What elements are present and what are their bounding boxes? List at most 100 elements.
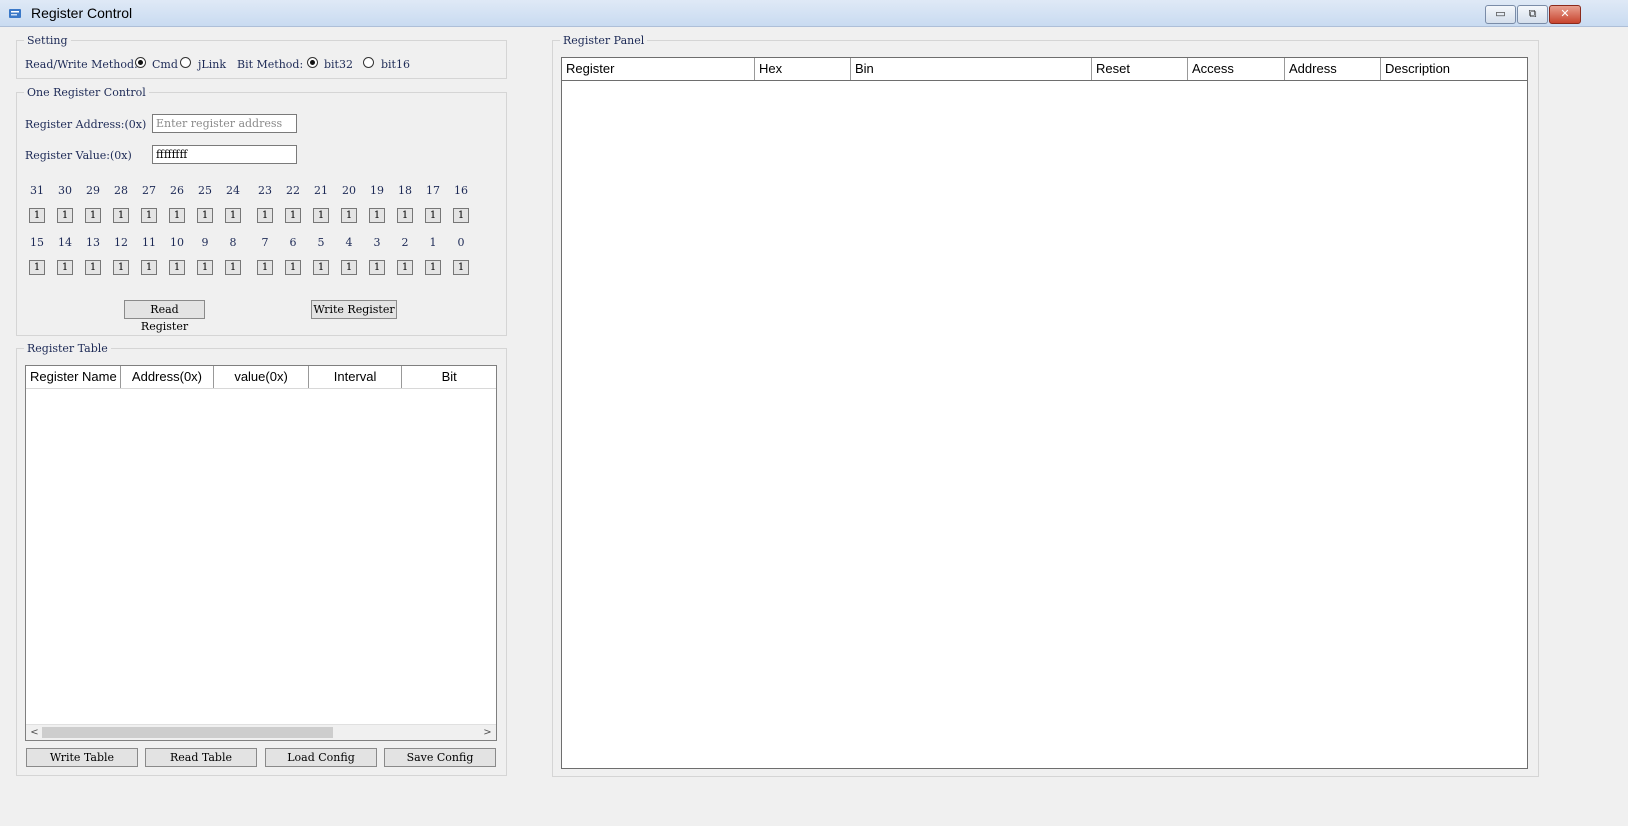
write-register-button[interactable]: Write Register: [311, 300, 397, 319]
horizontal-scrollbar[interactable]: < >: [26, 724, 496, 740]
setting-legend: Setting: [27, 34, 68, 47]
col-address[interactable]: Address: [1285, 58, 1381, 80]
bit-toggle-button[interactable]: 1: [225, 208, 241, 223]
col-bin[interactable]: Bin: [851, 58, 1092, 80]
register-table-legend: Register Table: [27, 342, 108, 355]
bit-toggle-button[interactable]: 1: [425, 260, 441, 275]
bit-toggle-button[interactable]: 1: [57, 208, 73, 223]
col-register[interactable]: Register: [562, 58, 755, 80]
bit-number-label: 26: [170, 184, 184, 197]
bit-toggle-button[interactable]: 1: [425, 208, 441, 223]
bit-number-label: 19: [370, 184, 384, 197]
bit-toggle-button[interactable]: 1: [285, 208, 301, 223]
bit-number-label: 25: [198, 184, 212, 197]
bit-number-label: 11: [142, 236, 156, 249]
radio-bit16[interactable]: [363, 57, 374, 68]
one-register-legend: One Register Control: [27, 86, 146, 99]
col-register-name[interactable]: Register Name: [26, 366, 121, 388]
restore-button[interactable]: ⧉: [1517, 5, 1548, 24]
bit-number-label: 9: [201, 236, 209, 249]
save-config-button[interactable]: Save Config: [384, 748, 496, 767]
bit-number-label: 17: [426, 184, 440, 197]
register-address-label: Register Address:(0x): [25, 118, 147, 131]
scroll-right-icon[interactable]: >: [480, 725, 495, 740]
bit-toggle-button[interactable]: 1: [397, 260, 413, 275]
col-access[interactable]: Access: [1188, 58, 1285, 80]
bit-toggle-button[interactable]: 1: [169, 208, 185, 223]
radio-jlink-label[interactable]: jLink: [198, 58, 226, 71]
bit-number-label: 2: [401, 236, 409, 249]
bit-number-label: 8: [229, 236, 237, 249]
bit-toggle-button[interactable]: 1: [113, 260, 129, 275]
radio-bit32-label[interactable]: bit32: [324, 58, 353, 71]
col-address[interactable]: Address(0x): [121, 366, 215, 388]
write-table-button[interactable]: Write Table: [26, 748, 138, 767]
bit-number-label: 4: [345, 236, 353, 249]
bit-toggle-button[interactable]: 1: [453, 208, 469, 223]
bit-number-label: 24: [226, 184, 240, 197]
title-bar: Register Control ▭ ⧉ ✕: [0, 0, 1628, 27]
bit-toggle-button[interactable]: 1: [29, 208, 45, 223]
col-interval[interactable]: Interval: [309, 366, 403, 388]
col-value[interactable]: value(0x): [214, 366, 309, 388]
bit-toggle-button[interactable]: 1: [29, 260, 45, 275]
close-button[interactable]: ✕: [1549, 5, 1581, 24]
bit-toggle-button[interactable]: 1: [313, 260, 329, 275]
radio-cmd-label[interactable]: Cmd: [152, 58, 178, 71]
col-reset[interactable]: Reset: [1092, 58, 1188, 80]
register-panel-table[interactable]: Register Hex Bin Reset Access Address De…: [561, 57, 1528, 769]
bit-toggle-button[interactable]: 1: [225, 260, 241, 275]
col-description[interactable]: Description: [1381, 58, 1527, 80]
bit-toggle-button[interactable]: 1: [341, 208, 357, 223]
register-table[interactable]: Register Name Address(0x) value(0x) Inte…: [25, 365, 497, 741]
bit-toggle-button[interactable]: 1: [169, 260, 185, 275]
bit-number-label: 7: [261, 236, 269, 249]
register-panel-header: Register Hex Bin Reset Access Address De…: [562, 58, 1527, 81]
bit-toggle-button[interactable]: 1: [257, 260, 273, 275]
bit-toggle-button[interactable]: 1: [85, 208, 101, 223]
bit-toggle-button[interactable]: 1: [197, 208, 213, 223]
bit-toggle-button[interactable]: 1: [57, 260, 73, 275]
bit-number-label: 6: [289, 236, 297, 249]
bit-number-label: 21: [314, 184, 328, 197]
minimize-button[interactable]: ▭: [1485, 5, 1516, 24]
bit-toggle-button[interactable]: 1: [85, 260, 101, 275]
bit-number-label: 0: [457, 236, 465, 249]
radio-jlink[interactable]: [180, 57, 191, 68]
bit-toggle-button[interactable]: 1: [453, 260, 469, 275]
read-table-button[interactable]: Read Table: [145, 748, 257, 767]
bit-number-label: 1: [429, 236, 437, 249]
register-value-label: Register Value:(0x): [25, 149, 132, 162]
bit-toggle-button[interactable]: 1: [341, 260, 357, 275]
setting-group: Setting: [16, 34, 507, 79]
bit-toggle-button[interactable]: 1: [369, 208, 385, 223]
bit-toggle-button[interactable]: 1: [369, 260, 385, 275]
bit-number-label: 27: [142, 184, 156, 197]
bit-toggle-button[interactable]: 1: [113, 208, 129, 223]
radio-bit32[interactable]: [307, 57, 318, 68]
register-value-input[interactable]: [152, 145, 297, 164]
scrollbar-thumb[interactable]: [42, 727, 333, 738]
bit-toggle-button[interactable]: 1: [313, 208, 329, 223]
bit-toggle-button[interactable]: 1: [257, 208, 273, 223]
bit-number-label: 15: [30, 236, 44, 249]
radio-bit16-label[interactable]: bit16: [381, 58, 410, 71]
bit-toggle-button[interactable]: 1: [197, 260, 213, 275]
bit-toggle-button[interactable]: 1: [285, 260, 301, 275]
scroll-left-icon[interactable]: <: [27, 725, 42, 740]
col-hex[interactable]: Hex: [755, 58, 851, 80]
radio-cmd[interactable]: [135, 57, 146, 68]
bit-toggle-button[interactable]: 1: [141, 208, 157, 223]
bit-number-label: 5: [317, 236, 325, 249]
bit-method-label: Bit Method:: [237, 58, 304, 71]
bit-number-label: 29: [86, 184, 100, 197]
register-table-header: Register Name Address(0x) value(0x) Inte…: [26, 366, 496, 389]
register-address-input[interactable]: [152, 114, 297, 133]
bit-number-label: 13: [86, 236, 100, 249]
bit-number-label: 22: [286, 184, 300, 197]
bit-toggle-button[interactable]: 1: [397, 208, 413, 223]
read-register-button[interactable]: Read Register: [124, 300, 205, 333]
bit-toggle-button[interactable]: 1: [141, 260, 157, 275]
col-bit[interactable]: Bit: [402, 366, 496, 388]
load-config-button[interactable]: Load Config: [265, 748, 377, 767]
